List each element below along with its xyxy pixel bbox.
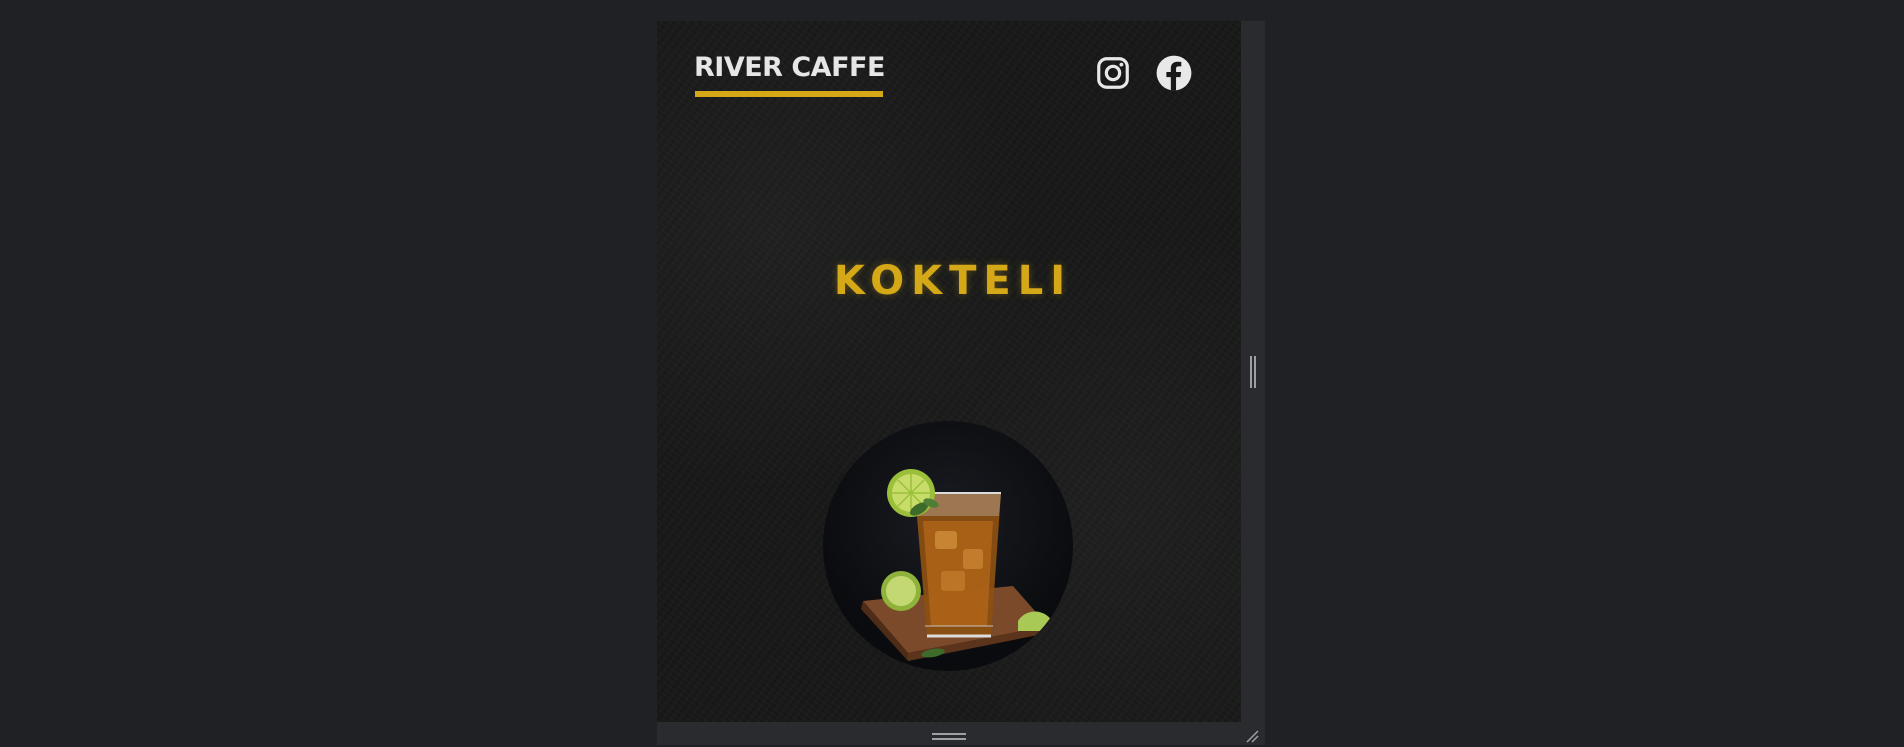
site-logo[interactable]: RIVER CAFFE <box>694 52 885 83</box>
facebook-icon <box>1155 54 1193 92</box>
facebook-link[interactable] <box>1155 54 1193 92</box>
resize-handle-right[interactable] <box>1250 356 1256 388</box>
cocktail-glass-icon <box>861 469 1055 661</box>
resize-handle-corner[interactable] <box>1245 728 1259 743</box>
logo-underline <box>695 91 883 97</box>
instagram-icon <box>1094 54 1132 92</box>
resize-handle-bottom[interactable] <box>932 733 966 740</box>
device-viewport: RIVER CAFFE KOKTELI <box>657 21 1241 722</box>
resize-corner-icon <box>1246 730 1259 743</box>
cocktail-image <box>823 421 1073 671</box>
page-title: KOKTELI <box>833 258 1073 304</box>
instagram-link[interactable] <box>1094 54 1132 92</box>
